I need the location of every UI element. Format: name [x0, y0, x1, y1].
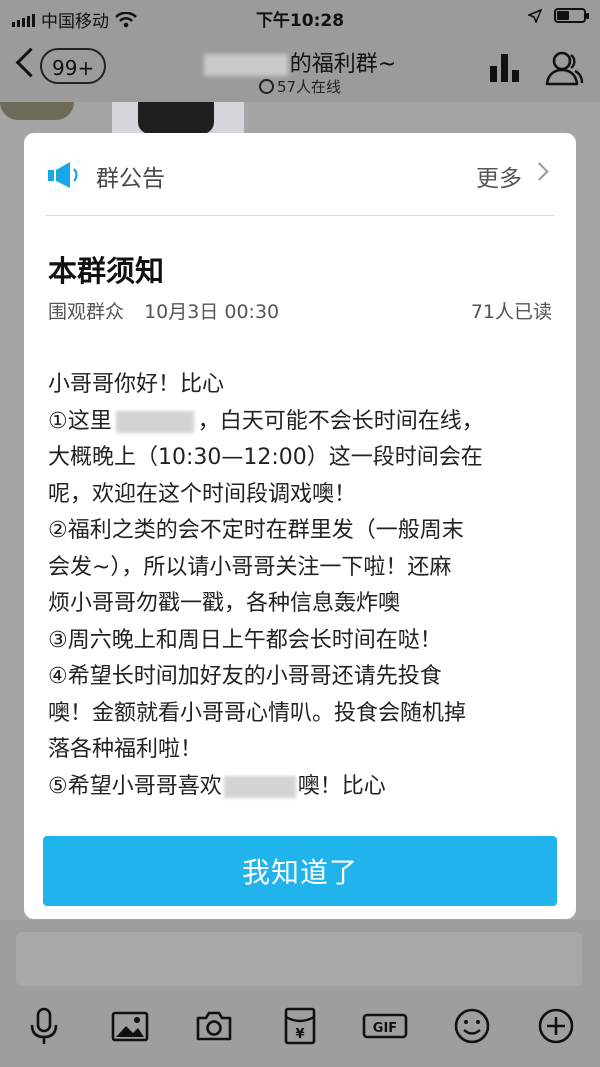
more-label: 更多 — [476, 166, 522, 192]
battery-icon — [554, 8, 589, 23]
redacted-text — [223, 775, 296, 798]
body-line: 小哥哥你好！比心 — [48, 372, 225, 397]
input-area: ¥ GIF — [0, 920, 600, 1067]
body-line: ③周六晚上和周日上午都会长时间在哒！ — [48, 627, 442, 653]
megaphone-icon — [48, 162, 78, 188]
body-line: 呢，欢迎在这个时间段调戏噢！ — [48, 481, 357, 507]
divider — [46, 215, 554, 216]
chat-toolbar: ¥ GIF — [0, 1002, 600, 1052]
body-line: ①这里 ，白天可能不会长时间在线， — [48, 408, 484, 434]
body-line: 会发~），所以请小哥哥关注一下啦！还麻 — [48, 554, 452, 580]
svg-text:¥: ¥ — [295, 1027, 304, 1042]
body-line: 烦小哥哥勿戳一戳，各种信息轰炸噢 — [48, 591, 401, 616]
location-arrow-icon — [528, 8, 542, 23]
status-right — [528, 8, 589, 23]
camera-icon[interactable] — [194, 1006, 234, 1046]
notice-body: 小哥哥你好！比心 ①这里 ，白天可能不会长时间在线， 大概晚上（10:30—12:… — [48, 367, 558, 805]
acknowledge-button[interactable]: 我知道了 — [43, 836, 557, 906]
plus-icon[interactable] — [536, 1006, 576, 1046]
gif-icon[interactable]: GIF — [362, 1006, 408, 1046]
body-line: 大概晚上（10:30—12:00）这一段时间会在 — [48, 445, 483, 470]
announcement-dialog: 群公告 更多 本群须知 围观群众 10月3日 00:30 71人已读 小哥哥你好… — [24, 133, 576, 919]
microphone-icon[interactable] — [24, 1006, 64, 1046]
body-line: 落各种福利啦！ — [48, 737, 203, 762]
status-time: 下午10:28 — [255, 11, 345, 31]
notice-date: 10月3日 00:30 — [144, 301, 280, 323]
avatar — [0, 102, 74, 120]
notice-author: 围观群众 — [48, 301, 125, 323]
red-packet-icon[interactable]: ¥ — [280, 1006, 320, 1046]
notice-meta: 围观群众 10月3日 00:30 71人已读 — [48, 297, 552, 324]
bar-chart-icon[interactable] — [490, 54, 524, 82]
redacted-name — [203, 54, 288, 76]
read-count[interactable]: 71人已读 — [471, 297, 552, 324]
announcement-header: 群公告 更多 — [24, 133, 576, 216]
image-icon[interactable] — [110, 1006, 150, 1046]
notice-title: 本群须知 — [48, 254, 165, 288]
svg-text:GIF: GIF — [373, 1021, 397, 1036]
nav-bar: 99+ 的福利群~ 57人在线 — [0, 34, 600, 102]
group-members-icon[interactable] — [544, 50, 584, 86]
announcement-label: 群公告 — [96, 166, 165, 192]
status-bar: 中国移动 下午10:28 — [0, 0, 600, 34]
online-icon — [258, 79, 274, 94]
chat-image — [112, 102, 244, 134]
emoji-icon[interactable] — [452, 1006, 492, 1046]
message-input[interactable] — [16, 932, 582, 986]
body-line: 噢！金额就看小哥哥心情叭。投食会随机掉 — [48, 700, 467, 726]
body-line: ④希望长时间加好友的小哥哥还请先投食 — [48, 664, 442, 689]
online-count: 57人在线 — [276, 78, 342, 96]
body-line: ②福利之类的会不定时在群里发（一般周末 — [48, 518, 464, 543]
group-title-text: 的福利群~ — [289, 52, 397, 77]
body-line: ⑤希望小哥哥喜欢 噢！比心 — [48, 773, 386, 799]
redacted-text — [115, 410, 194, 433]
